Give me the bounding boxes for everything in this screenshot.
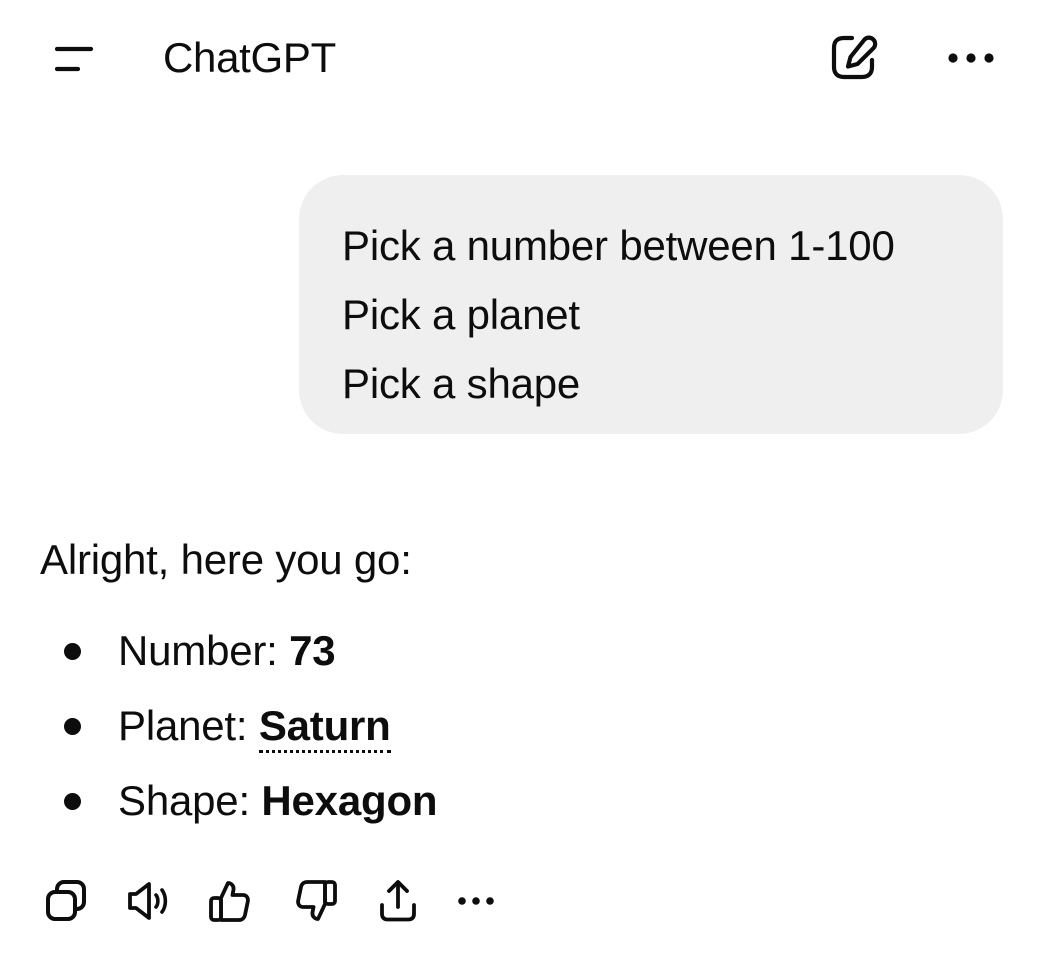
more-options-button[interactable] [936, 28, 1006, 88]
item-value: Hexagon [261, 777, 438, 824]
item-label: Shape: [118, 777, 262, 824]
page-title: ChatGPT [163, 34, 336, 81]
speaker-icon [124, 877, 176, 925]
menu-button[interactable] [36, 34, 106, 84]
list-item: Number: 73 [40, 621, 1000, 681]
planet-entity-link[interactable]: Saturn [258, 702, 391, 753]
bad-response-button[interactable] [286, 870, 346, 932]
item-label: Number: [118, 627, 290, 674]
list-item: Planet: Saturn [40, 696, 1000, 756]
assistant-intro-text: Alright, here you go: [40, 536, 412, 583]
bullet-icon [64, 793, 81, 810]
user-message-line: Pick a number between 1-100 [342, 222, 895, 269]
copy-button[interactable] [36, 870, 96, 932]
more-icon [945, 51, 997, 65]
share-icon [374, 877, 422, 925]
user-message-line: Pick a shape [342, 360, 581, 407]
thumbs-up-icon [206, 877, 254, 925]
user-message-bubble: Pick a number between 1-100 Pick a plane… [299, 175, 1003, 434]
item-label: Planet: [118, 702, 259, 749]
bullet-icon [64, 643, 81, 660]
chat-screen: ChatGPT Pick a number between 1-100 Pick [0, 0, 1044, 980]
answer-list: Number: 73 Planet: Saturn Shape: Hexagon [40, 621, 1000, 831]
compose-icon [827, 32, 879, 84]
more-actions-button[interactable] [446, 870, 506, 932]
new-chat-button[interactable] [818, 28, 888, 88]
read-aloud-button[interactable] [120, 870, 180, 932]
item-value: 73 [289, 627, 336, 674]
copy-icon [42, 877, 90, 925]
menu-icon [46, 44, 96, 74]
thumbs-down-icon [292, 877, 340, 925]
share-button[interactable] [368, 870, 428, 932]
bullet-icon [64, 718, 81, 735]
user-message-line: Pick a planet [342, 291, 580, 338]
top-bar: ChatGPT [0, 0, 1044, 116]
more-icon [455, 895, 497, 907]
list-item: Shape: Hexagon [40, 771, 1000, 831]
good-response-button[interactable] [200, 870, 260, 932]
assistant-message: Alright, here you go: Number: 73 Planet:… [40, 530, 1000, 846]
